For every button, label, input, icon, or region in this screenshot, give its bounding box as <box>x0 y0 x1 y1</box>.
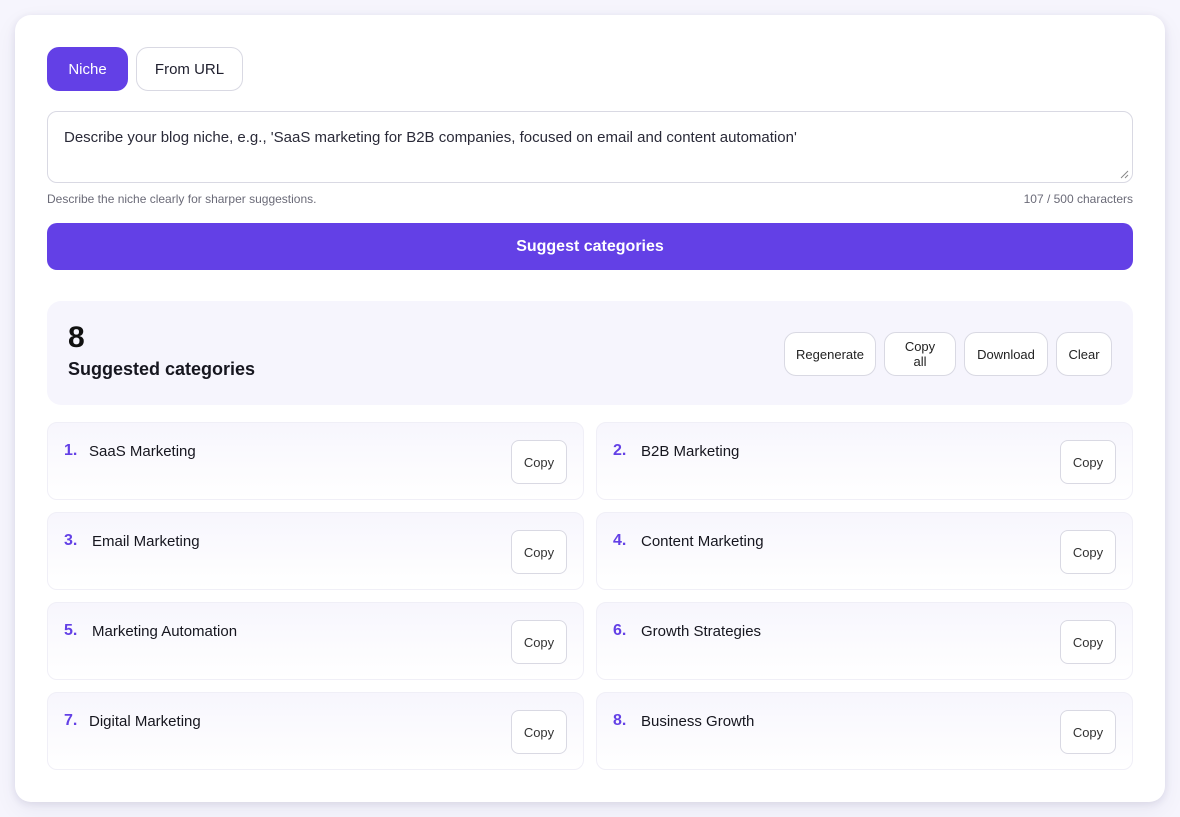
category-name: Email Marketing <box>92 533 200 550</box>
category-number: 2. <box>613 442 627 459</box>
category-name: Business Growth <box>641 713 755 730</box>
category-number: 5. <box>64 622 78 639</box>
copy-category-button[interactable]: Copy <box>511 620 567 664</box>
suggest-categories-button[interactable]: Suggest categories <box>47 223 1133 270</box>
category-number: 3. <box>64 532 78 549</box>
resize-handle-icon[interactable] <box>1120 170 1129 179</box>
category-name: Content Marketing <box>641 533 764 550</box>
category-item: 4. Content Marketing Copy <box>596 512 1133 590</box>
tab-niche[interactable]: Niche <box>47 47 128 91</box>
category-number: 7. <box>64 712 78 729</box>
category-number: 4. <box>613 532 627 549</box>
download-button[interactable]: Download <box>964 332 1048 376</box>
category-name: Digital Marketing <box>89 713 201 730</box>
helper-text: Describe the niche clearly for sharper s… <box>47 192 317 206</box>
category-name: Growth Strategies <box>641 623 762 640</box>
category-number: 6. <box>613 622 627 639</box>
category-name: SaaS Marketing <box>89 443 196 460</box>
tab-from-url[interactable]: From URL <box>136 47 243 91</box>
copy-category-button[interactable]: Copy <box>1060 530 1116 574</box>
category-item: 7. Digital Marketing Copy <box>47 692 584 770</box>
category-item: 8. Business Growth Copy <box>596 692 1133 770</box>
category-item: 2. B2B Marketing Copy <box>596 422 1133 500</box>
copy-category-button[interactable]: Copy <box>1060 440 1116 484</box>
niche-input[interactable] <box>48 112 1132 182</box>
category-item: 6. Growth Strategies Copy <box>596 602 1133 680</box>
char-counter: 107 / 500 characters <box>1023 192 1133 206</box>
copy-category-button[interactable]: Copy <box>511 530 567 574</box>
results-actions: Regenerate Copy all Download Clear <box>784 332 1112 376</box>
copy-category-button[interactable]: Copy <box>1060 710 1116 754</box>
category-list: 1. SaaS Marketing Copy 2. B2B Marketing … <box>47 422 1133 770</box>
category-item: 3. Email Marketing Copy <box>47 512 584 590</box>
category-item: 1. SaaS Marketing Copy <box>47 422 584 500</box>
mode-tabs: Niche From URL <box>47 47 243 91</box>
clear-button[interactable]: Clear <box>1056 332 1112 376</box>
results-count: 8 <box>68 321 85 354</box>
category-name: B2B Marketing <box>641 443 740 460</box>
category-name: Marketing Automation <box>92 623 238 640</box>
category-number: 1. <box>64 442 78 459</box>
category-number: 8. <box>613 712 627 729</box>
category-suggester-card: Niche From URL Describe the niche clearl… <box>15 15 1165 802</box>
copy-category-button[interactable]: Copy <box>511 710 567 754</box>
niche-input-wrapper <box>47 111 1133 183</box>
results-label: Suggested categories <box>68 359 256 379</box>
results-summary: 8 Suggested categories Regenerate Copy a… <box>47 301 1133 405</box>
copy-category-button[interactable]: Copy <box>511 440 567 484</box>
category-item: 5. Marketing Automation Copy <box>47 602 584 680</box>
copy-category-button[interactable]: Copy <box>1060 620 1116 664</box>
regenerate-button[interactable]: Regenerate <box>784 332 876 376</box>
input-helper-row: Describe the niche clearly for sharper s… <box>47 192 1133 206</box>
copy-all-button[interactable]: Copy all <box>884 332 956 376</box>
